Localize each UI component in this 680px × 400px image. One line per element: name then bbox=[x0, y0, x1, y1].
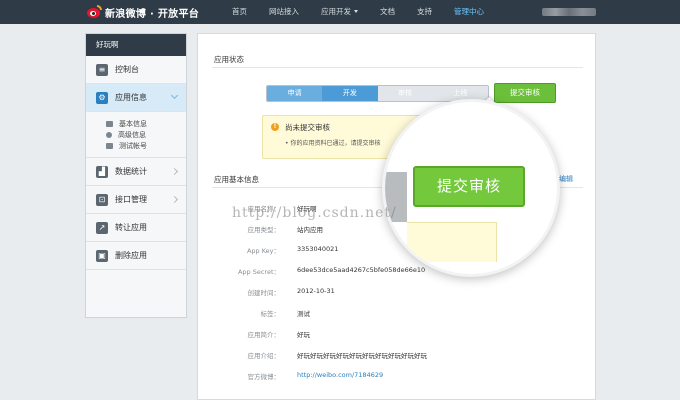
nav-item-home[interactable]: 首页 bbox=[232, 0, 247, 24]
info-row-value: 3353040021 bbox=[297, 245, 339, 253]
sidebar-item-app-info[interactable]: ⚙ 应用信息 bbox=[86, 84, 186, 112]
chevron-right-icon bbox=[170, 167, 179, 176]
sliders-icon: ≡ bbox=[96, 63, 108, 76]
sidebar-item-label: 删除应用 bbox=[115, 251, 147, 260]
magnifier-yellow-block bbox=[407, 222, 497, 262]
sidebar-item-console[interactable]: ≡ 控制台 bbox=[86, 56, 186, 84]
sidebar-subitem-advanced-info[interactable]: 高级信息 bbox=[106, 129, 186, 140]
info-row: 应用简介： 好玩 bbox=[198, 329, 597, 341]
gear-icon: ⚙ bbox=[96, 91, 108, 104]
info-row-value: 2012-10-31 bbox=[297, 287, 335, 295]
info-row-key: 创建时间： bbox=[247, 289, 281, 297]
top-nav-bar: 新浪微博 · 开放平台 首页 网站接入 应用开发 文档 支持 管理中心 bbox=[0, 0, 680, 24]
info-row-key: 标签： bbox=[260, 310, 281, 318]
plug-icon: ⊡ bbox=[96, 193, 108, 206]
progress-step-develop: 开发 bbox=[322, 86, 378, 101]
info-row: 官方微博： http://weibo.com/7184629 bbox=[198, 371, 597, 383]
sidebar-subitem-label: 基本信息 bbox=[119, 119, 147, 128]
main-nav: 首页 网站接入 应用开发 文档 支持 管理中心 bbox=[232, 0, 506, 24]
sidebar-item-transfer-app[interactable]: ↗ 转让应用 bbox=[86, 214, 186, 242]
sidebar-item-label: 接口管理 bbox=[115, 195, 147, 204]
sidebar-item-label: 数据统计 bbox=[115, 167, 147, 176]
info-row-key: 应用类型： bbox=[247, 226, 281, 234]
user-icon bbox=[106, 142, 113, 149]
divider bbox=[212, 67, 583, 68]
nav-item-app-dev[interactable]: 应用开发 bbox=[321, 0, 358, 24]
logo-text: 新浪微博 · 开放平台 bbox=[105, 8, 200, 20]
chevron-right-icon bbox=[170, 195, 179, 204]
info-row-value: 好玩好玩好玩好玩好玩好玩好玩好玩好玩好玩 bbox=[297, 352, 427, 360]
list-icon bbox=[106, 120, 113, 127]
official-weibo-link[interactable]: http://weibo.com/7184629 bbox=[297, 371, 383, 379]
info-row-key: App Secret： bbox=[237, 268, 280, 276]
info-row-key: 官方微博： bbox=[247, 373, 281, 381]
weibo-logo[interactable]: 新浪微博 · 开放平台 bbox=[86, 4, 199, 20]
magnifier-callout: 提交审核 bbox=[382, 99, 560, 277]
transfer-icon: ↗ bbox=[96, 221, 108, 234]
submit-review-button[interactable]: 提交审核 bbox=[494, 83, 556, 103]
notice-title: 尚未提交审核 bbox=[285, 123, 330, 132]
sidebar-item-api-management[interactable]: ⊡ 接口管理 bbox=[86, 186, 186, 214]
info-row-value: 好玩 bbox=[297, 331, 310, 339]
chevron-down-icon bbox=[354, 10, 358, 13]
sidebar: 好玩啊 ≡ 控制台 ⚙ 应用信息 基本信息 高级信息 测试帐号 ▟ 数据统计 ⊡… bbox=[85, 33, 187, 318]
info-row-value: 站内应用 bbox=[297, 226, 323, 234]
progress-step-review: 审核 bbox=[377, 86, 433, 101]
sidebar-subitem-test-accounts[interactable]: 测试帐号 bbox=[106, 140, 186, 151]
sidebar-subitem-label: 高级信息 bbox=[118, 130, 146, 139]
sidebar-app-name: 好玩啊 bbox=[86, 34, 186, 56]
sidebar-item-label: 应用信息 bbox=[115, 93, 147, 102]
info-row: App Secret： 6dee53dce5aad4267c5bfe058de6… bbox=[198, 266, 597, 278]
warning-icon: ! bbox=[271, 123, 279, 131]
sidebar-sub-list: 基本信息 高级信息 测试帐号 bbox=[86, 112, 186, 158]
submit-review-button-zoomed[interactable]: 提交审核 bbox=[413, 166, 525, 207]
nav-item-management[interactable]: 管理中心 bbox=[454, 0, 484, 24]
watermark-text: http://blog.csdn.net/ bbox=[232, 205, 397, 221]
info-row: 创建时间： 2012-10-31 bbox=[198, 287, 597, 299]
info-row-value: 测试 bbox=[297, 310, 310, 318]
sidebar-subitem-basic-info[interactable]: 基本信息 bbox=[106, 118, 186, 129]
chevron-down-icon bbox=[170, 91, 179, 100]
info-row-key: 应用简介： bbox=[247, 331, 281, 339]
info-row: 标签： 测试 bbox=[198, 308, 597, 320]
nav-item-app-dev-label: 应用开发 bbox=[321, 7, 351, 16]
info-row-key: App Key： bbox=[246, 247, 280, 255]
sidebar-item-delete-app[interactable]: ▣ 删除应用 bbox=[86, 242, 186, 270]
info-row: 应用介绍： 好玩好玩好玩好玩好玩好玩好玩好玩好玩好玩 bbox=[198, 350, 597, 362]
trash-icon: ▣ bbox=[96, 249, 108, 262]
sidebar-subitem-label: 测试帐号 bbox=[119, 141, 147, 150]
progress-step-apply: 申请 bbox=[267, 86, 323, 101]
sidebar-item-statistics[interactable]: ▟ 数据统计 bbox=[86, 158, 186, 186]
notice-body: • 你的应用资料已通过，请提交审核 bbox=[285, 140, 381, 147]
sidebar-item-label: 控制台 bbox=[115, 65, 139, 74]
nav-item-support[interactable]: 支持 bbox=[417, 0, 432, 24]
nav-item-docs[interactable]: 文档 bbox=[380, 0, 395, 24]
user-name-blurred[interactable] bbox=[542, 8, 596, 16]
sidebar-item-label: 转让应用 bbox=[115, 223, 147, 232]
chart-icon: ▟ bbox=[96, 165, 108, 178]
weibo-eye-icon bbox=[86, 4, 102, 20]
section-title-basic-info: 应用基本信息 bbox=[214, 175, 259, 184]
info-row-value: 6dee53dce5aad4267c5bfe058de66e10 bbox=[297, 266, 426, 274]
nav-item-site-access[interactable]: 网站接入 bbox=[269, 0, 299, 24]
section-title-app-status: 应用状态 bbox=[214, 55, 244, 64]
edit-label: 编辑 bbox=[559, 175, 573, 183]
info-icon bbox=[106, 131, 112, 138]
info-row-key: 应用介绍： bbox=[247, 352, 281, 360]
